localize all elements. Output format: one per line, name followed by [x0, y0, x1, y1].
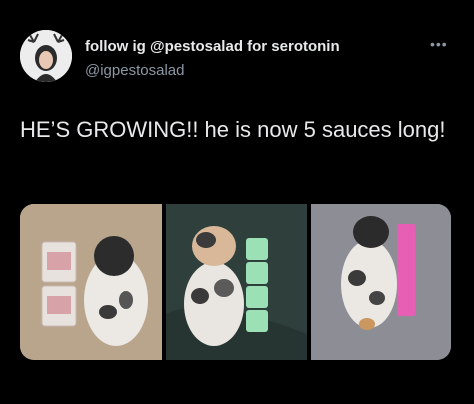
user-handle[interactable]: @igpestosalad: [85, 62, 184, 79]
avatar-image: [20, 30, 72, 82]
avatar[interactable]: [20, 30, 72, 82]
kitten-photo-3: [311, 204, 451, 360]
photo-1[interactable]: [20, 204, 162, 360]
display-name[interactable]: follow ig @pestosalad for serotonin: [85, 38, 340, 55]
kitten-photo-2: [166, 204, 307, 360]
photo-2[interactable]: [166, 204, 307, 360]
kitten-photo-1: [20, 204, 162, 360]
photo-3[interactable]: [311, 204, 451, 360]
media-grid: [20, 204, 451, 360]
more-horizontal-icon[interactable]: •••: [430, 36, 448, 52]
tweet-text: HE’S GROWING!! he is now 5 sauces long!: [20, 117, 446, 142]
